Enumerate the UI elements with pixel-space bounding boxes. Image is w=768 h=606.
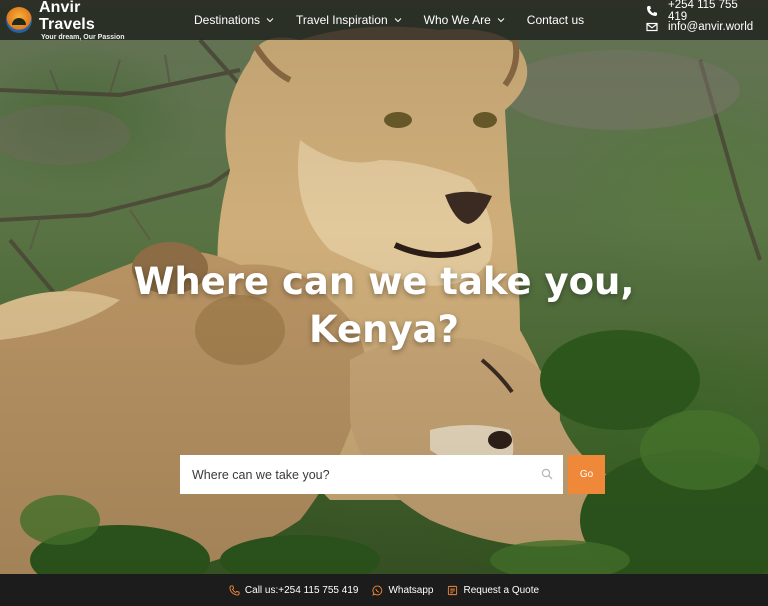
header-contact-info: +254 115 755 419 info@anvir.world [626,0,754,35]
brand-logo[interactable]: Anvir Travels Your dream, Our Passion [6,0,136,41]
phone-icon [229,584,240,596]
document-icon [448,585,458,595]
chevron-down-icon [497,18,505,23]
search-input[interactable] [192,456,532,493]
top-navigation-bar: Anvir Travels Your dream, Our Passion De… [0,0,768,41]
nav-item-label: Travel Inspiration [296,13,388,27]
main-menu: Destinations Travel Inspiration Who We A… [194,0,606,40]
envelope-icon [646,22,658,32]
chevron-down-icon [394,18,401,23]
search-icon[interactable] [541,468,553,480]
nav-item-who-we-are[interactable]: Who We Are [424,13,505,27]
whatsapp-icon [372,585,383,596]
request-quote-link[interactable]: Request a Quote [447,585,539,596]
nav-item-travel-inspiration[interactable]: Travel Inspiration [296,13,402,27]
header-phone-link[interactable]: +254 115 755 419 [626,0,750,23]
nav-item-label: Who We Are [423,13,491,27]
nav-item-contact-us[interactable]: Contact us [527,13,584,27]
destination-search: Go [180,455,605,494]
hero-headline: Where can we take you, Kenya? [0,258,768,354]
nav-item-label: Destinations [194,13,261,27]
search-box [180,455,563,494]
hero-headline-line-2: Kenya? [308,308,459,351]
chevron-down-icon [266,18,274,23]
nav-item-label: Contact us [526,13,585,27]
header-email-link[interactable]: info@anvir.world [626,19,754,35]
go-button[interactable]: Go [568,455,605,494]
bottom-action-bar: Call us:+254 115 755 419 Whatsapp Reques… [0,574,768,606]
call-us-label: Call us:+254 115 755 419 [244,584,359,596]
hero-headline-line-1: Where can we take you, [133,260,635,303]
brand-name: Anvir Travels [39,0,95,33]
brand-tagline: Your dream, Our Passion [41,33,125,41]
header-phone-number: +254 115 755 419 [668,0,738,23]
whatsapp-label: Whatsapp [388,584,434,596]
header-email-address: info@anvir.world [668,21,754,33]
logo-text: Anvir Travels Your dream, Our Passion [39,0,136,42]
whatsapp-link[interactable]: Whatsapp [372,585,433,596]
logo-emblem-icon [6,7,32,33]
phone-icon [647,6,657,16]
request-quote-label: Request a Quote [463,584,540,596]
nav-item-destinations[interactable]: Destinations [194,13,274,27]
call-us-link[interactable]: Call us:+254 115 755 419 [229,584,359,596]
